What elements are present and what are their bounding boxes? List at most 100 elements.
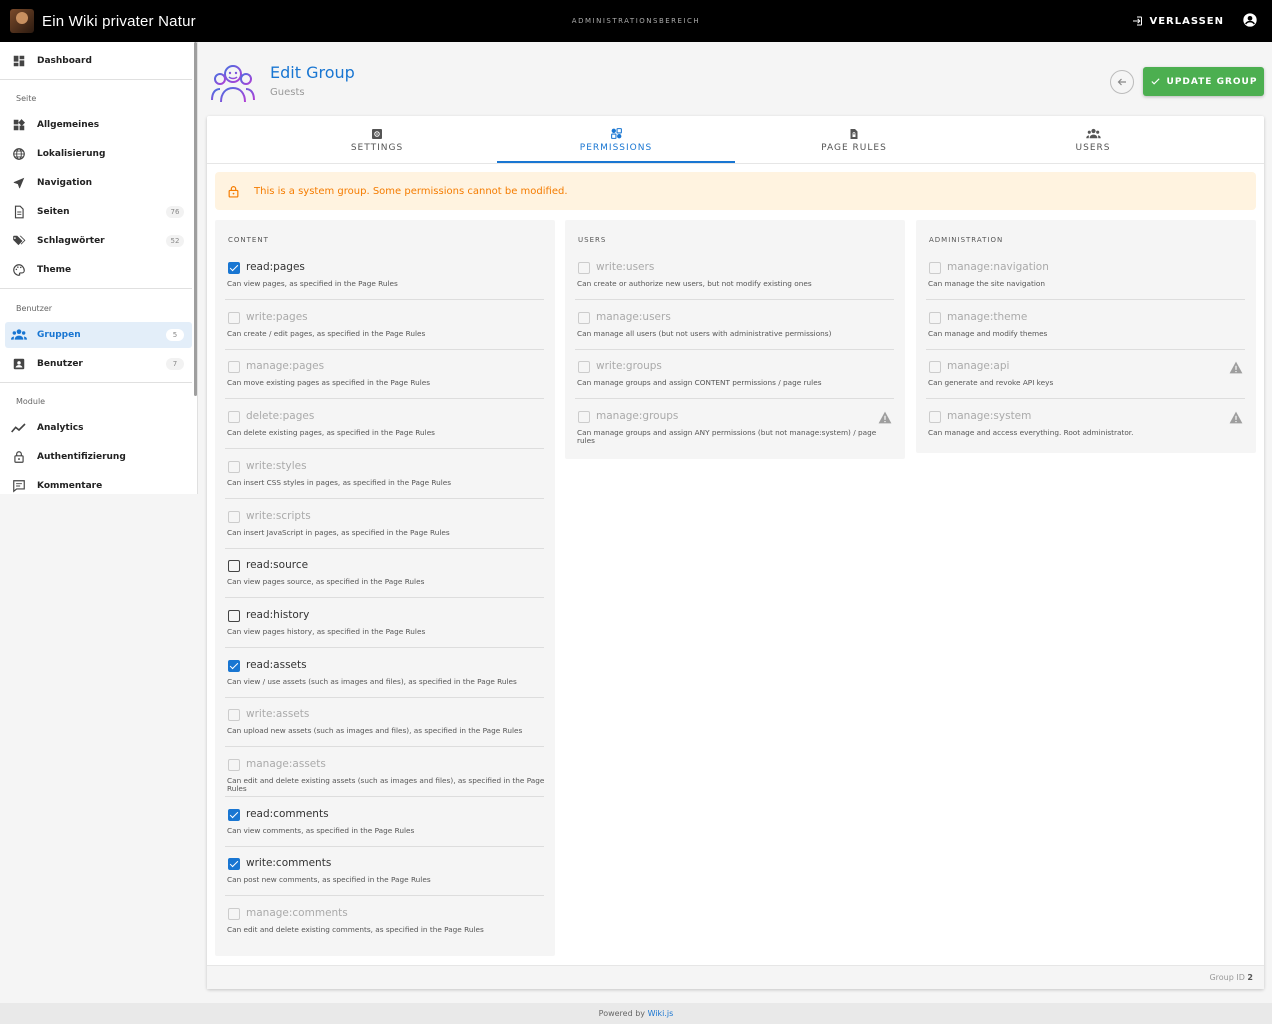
permission-checkbox (228, 361, 240, 374)
permission-checkbox (228, 908, 240, 921)
permission-checkbox[interactable] (228, 609, 240, 622)
update-group-button[interactable]: UPDATE GROUP (1143, 67, 1264, 96)
lock-icon (228, 185, 239, 198)
divider (926, 299, 1245, 300)
permission-description: Can view pages source, as specified in t… (227, 577, 425, 587)
sidebar-item-navigation[interactable]: Navigation (0, 170, 192, 196)
tab-bar: SETTINGS PERMISSIONS PAGE RULES USERS (207, 116, 1264, 164)
divider (0, 288, 192, 289)
permission-checkbox[interactable] (228, 659, 240, 672)
dashboard-icon (11, 53, 27, 69)
permission-name: manage:theme (947, 310, 1028, 323)
sidebar-scrollbar[interactable] (194, 42, 197, 396)
sidebar-item-tags[interactable]: Schlagwörter 52 (0, 228, 192, 254)
divider (0, 382, 192, 383)
permission-checkbox (929, 262, 941, 274)
permission-description: Can view / use assets (such as images an… (227, 676, 517, 686)
permission-description: Can create or authorize new users, but n… (577, 279, 812, 288)
page-footer: Powered by Wiki.js (0, 1003, 1272, 1024)
tab-settings[interactable]: SETTINGS (258, 116, 496, 164)
permission-description: Can manage groups and assign CONTENT per… (577, 378, 822, 388)
sidebar-item-general[interactable]: Allgemeines (0, 112, 192, 138)
sidebar-item-theme[interactable]: Theme (0, 257, 192, 283)
lock-icon (11, 449, 27, 465)
permission-checkbox (228, 709, 240, 722)
tags-count-badge: 52 (166, 235, 184, 247)
update-group-label: UPDATE GROUP (1166, 76, 1258, 87)
permission-checkbox (228, 460, 240, 473)
section-label-modules: Module (16, 397, 46, 406)
permission-description: Can edit and delete existing assets (suc… (227, 776, 545, 793)
divider (225, 696, 544, 698)
permission-description: Can view pages history, as specified in … (227, 626, 426, 636)
back-button[interactable] (1110, 70, 1134, 94)
tab-label: SETTINGS (350, 142, 404, 153)
permission-name: manage:comments (246, 907, 348, 920)
sidebar-item-comments[interactable]: Kommentare (0, 473, 192, 499)
permission-description: Can create / edit pages, as specified in… (227, 328, 426, 338)
section-label-page: Seite (16, 94, 37, 103)
sidebar-item-label: Allgemeines (37, 120, 100, 130)
navigation-arrow-icon (11, 175, 27, 191)
permission-name: delete:pages (246, 410, 315, 423)
tab-users[interactable]: USERS (974, 116, 1212, 164)
divider (575, 299, 894, 300)
tab-permissions[interactable]: PERMISSIONS (497, 116, 735, 164)
group-avatar-icon (210, 62, 256, 108)
tab-page-rules[interactable]: PAGE RULES (735, 116, 973, 164)
divider (225, 448, 544, 450)
divider (575, 348, 894, 350)
account-icon[interactable] (1242, 12, 1258, 32)
divider (225, 299, 544, 300)
group-id-value: 2 (1247, 973, 1253, 982)
exit-icon (1133, 16, 1143, 26)
wikijs-link[interactable]: Wiki.js (648, 1009, 674, 1018)
permission-checkbox (929, 411, 941, 424)
sidebar-item-users[interactable]: Benutzer 7 (0, 351, 192, 377)
permission-description: Can view comments, as specified in the P… (227, 825, 415, 835)
cog-box-icon (372, 128, 382, 139)
site-title[interactable]: Ein Wiki privater Natur (42, 13, 196, 30)
permission-description: Can manage and access everything. Root a… (928, 428, 1134, 438)
sidebar-item-authentication[interactable]: Authentifizierung (0, 444, 192, 470)
divider (225, 895, 544, 897)
permission-name: manage:assets (246, 758, 326, 770)
permission-description: Can move existing pages as specified in … (227, 378, 431, 388)
permission-name: manage:users (596, 310, 671, 323)
leave-button[interactable]: VERLASSEN (1131, 10, 1224, 32)
divider (225, 845, 544, 847)
permission-name: write:pages (246, 310, 308, 323)
sidebar-item-label: Theme (37, 265, 72, 275)
permission-checkbox[interactable] (228, 560, 240, 573)
permission-checkbox[interactable] (228, 808, 240, 821)
sidebar-item-pages[interactable]: Seiten 76 (0, 199, 192, 225)
group-card: SETTINGS PERMISSIONS PAGE RULES USERS Th… (207, 116, 1264, 989)
sidebar-item-dashboard[interactable]: Dashboard (0, 48, 192, 74)
users-permissions-column: USERS write:users Can create or authorize… (565, 220, 905, 459)
file-document-icon (11, 204, 27, 220)
permission-description: Can manage the site navigation (928, 279, 1045, 288)
sidebar-item-label: Schlagwörter (37, 236, 105, 246)
comment-icon (11, 478, 27, 494)
account-group-icon (1085, 128, 1101, 138)
permission-checkbox[interactable] (228, 262, 240, 274)
divider (225, 547, 544, 549)
sidebar-item-groups[interactable]: Gruppen 5 (5, 322, 192, 348)
sidebar-item-label: Kommentare (37, 481, 103, 491)
permission-checkbox[interactable] (228, 858, 240, 871)
leave-label: VERLASSEN (1149, 15, 1224, 27)
sidebar-item-analytics[interactable]: Analytics (0, 415, 192, 441)
sidebar-item-localization[interactable]: Lokalisierung (0, 141, 192, 167)
permission-name: write:assets (246, 708, 310, 721)
permission-description: Can insert CSS styles in pages, as speci… (227, 477, 452, 487)
site-logo[interactable] (10, 9, 34, 33)
permission-name: manage:system (947, 410, 1032, 423)
divider (225, 746, 544, 748)
permission-checkbox (929, 361, 941, 374)
active-tab-indicator (497, 161, 735, 163)
permission-description: Can post new comments, as specified in t… (227, 875, 431, 885)
sidebar-item-label: Analytics (37, 423, 84, 433)
permission-name: read:comments (246, 807, 329, 820)
divider (926, 398, 1245, 400)
sidebar-item-label: Seiten (37, 207, 70, 217)
